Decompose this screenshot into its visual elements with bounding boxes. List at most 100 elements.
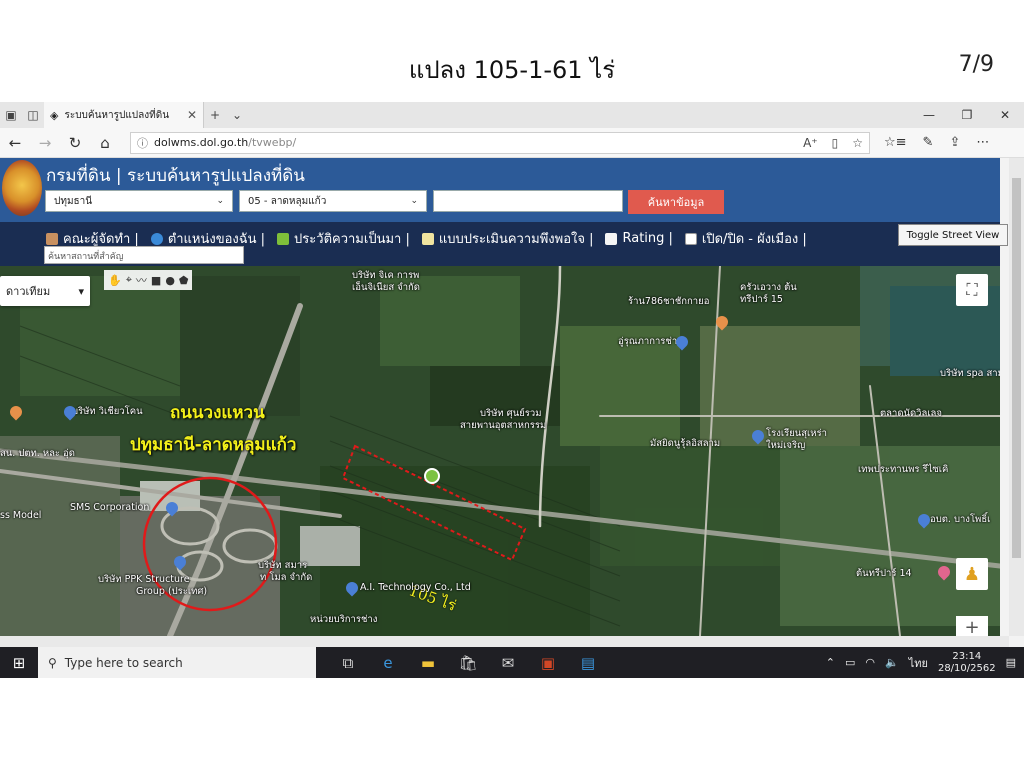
hand-icon[interactable]: ✋ [108, 274, 122, 287]
new-tab-icon[interactable]: + [204, 102, 226, 128]
toggle-street-view-button[interactable]: Toggle Street View [898, 224, 1008, 246]
tab-title: ระบบค้นหารูปแปลงที่ดิน [64, 109, 170, 121]
favorite-star-icon[interactable]: ☆ [852, 136, 863, 150]
caret-down-icon: ▾ [78, 284, 84, 298]
place-label: ตลาดนัดวิลเลจ [880, 408, 942, 419]
photos-icon[interactable]: ▤ [568, 654, 608, 672]
forward-icon[interactable]: → [30, 134, 60, 152]
place-label: ทรีปาร์ 15 [740, 294, 783, 305]
chevron-down-icon: ⌄ [216, 196, 224, 206]
file-explorer-icon[interactable]: ▬ [408, 654, 448, 672]
menu-item-label: ประวัติความเป็นมา | [294, 232, 410, 247]
slide-page-number: 7/9 [958, 52, 994, 77]
place-label: เทพประทานพร รีไซเคิ [858, 464, 949, 475]
clock-date: 28/10/2562 [937, 662, 996, 674]
pegman-icon[interactable]: ♟ [956, 558, 988, 590]
globe-icon [150, 232, 163, 245]
browser-tab[interactable]: ◈ ระบบค้นหารูปแปลงที่ดิน ✕ [44, 102, 204, 128]
battery-icon[interactable]: ▭ [845, 656, 855, 669]
circle-icon[interactable]: ● [165, 274, 175, 287]
volume-icon[interactable]: 🔈 [885, 656, 899, 669]
district-select[interactable]: 05 - ลาดหลุมแก้ว ⌄ [239, 190, 427, 212]
place-label: บริษัท วิเชียวโคน [72, 406, 143, 417]
rectangle-icon[interactable]: ■ [151, 274, 161, 287]
clock[interactable]: 23:14 28/10/2562 [938, 651, 996, 675]
place-label: อู่รุณภาการช่าง [618, 336, 682, 347]
parcel-search-input[interactable] [433, 190, 623, 212]
share-icon[interactable]: ⇪ [949, 135, 960, 150]
pen-icon[interactable]: ✎ [923, 135, 934, 150]
address-bar: ← → ↻ ⌂ ⓘ dolwms.dol.go.th/tvwebp/ A⁺ ▯ … [0, 128, 1024, 158]
task-view-icon[interactable]: ⧉ [328, 654, 368, 672]
menu-item-label: แบบประเมินความพึงพอใจ | [438, 232, 594, 247]
tab-list-chevron-icon[interactable]: ⌄ [226, 102, 248, 128]
polyline-icon[interactable]: 〰 [136, 272, 147, 288]
province-select[interactable]: ปทุมธานี ⌄ [45, 190, 233, 212]
info-icon[interactable]: ⓘ [137, 135, 148, 151]
favorites-list-icon[interactable]: ☆≡ [884, 135, 907, 150]
zoom-in-button[interactable]: + [956, 616, 988, 636]
tab-close-icon[interactable]: ✕ [187, 108, 197, 122]
taskbar-search-placeholder: Type here to search [64, 655, 183, 670]
wifi-icon[interactable]: ◠ [865, 656, 875, 669]
place-label: Group (ประเทศ) [136, 586, 208, 597]
map-type-select[interactable]: ดาวเทียม ▾ [0, 276, 90, 306]
restore-icon[interactable]: ❐ [948, 108, 986, 122]
back-icon[interactable]: ← [0, 134, 30, 152]
marker-icon[interactable]: ⌖ [126, 273, 132, 287]
menu-item-survey[interactable]: แบบประเมินความพึงพอใจ | [421, 228, 594, 249]
menu-item-label: เปิด/ปิด - ผังเมือง | [701, 232, 807, 247]
chart-icon [605, 232, 618, 245]
province-value: ปทุมธานี [54, 195, 93, 207]
site-header: กรมที่ดิน | ระบบค้นหารูปแปลงที่ดิน ปทุมธ… [0, 158, 1000, 222]
close-window-icon[interactable]: ✕ [986, 108, 1024, 122]
checkbox-icon[interactable] [684, 232, 697, 245]
vertical-scrollbar[interactable] [1009, 158, 1024, 636]
more-icon[interactable]: ⋯ [976, 135, 989, 150]
search-button[interactable]: ค้นหาข้อมูล [628, 190, 724, 214]
road-annotation-1: ถนนวงแหวน [170, 403, 265, 423]
read-aloud-icon[interactable]: A⁺ [803, 136, 818, 150]
tray-chevron-up-icon[interactable]: ⌃ [826, 656, 835, 669]
menu-item-rating[interactable]: Rating | [605, 228, 673, 249]
clock-time: 23:14 [952, 650, 982, 662]
place-label: A.I. Technology Co., Ltd [360, 582, 471, 593]
menu-item-history[interactable]: ประวัติความเป็นมา | [277, 228, 410, 249]
district-value: 05 - ลาดหลุมแก้ว [248, 195, 327, 207]
mail-icon[interactable]: ✉ [488, 654, 528, 672]
menu-item-city-plan-toggle[interactable]: เปิด/ปิด - ผังเมือง | [684, 228, 807, 249]
url-field[interactable]: ⓘ dolwms.dol.go.th/tvwebp/ A⁺ ▯ ☆ [130, 131, 870, 154]
site-title: กรมที่ดิน | ระบบค้นหารูปแปลงที่ดิน [46, 166, 305, 186]
edge-icon[interactable]: e [368, 654, 408, 672]
store-icon[interactable]: 🛍 [448, 654, 488, 672]
place-label: บริษัท spa สามไ [940, 368, 1000, 379]
place-label: ใหม่เจริญ [766, 440, 806, 451]
slide-title: แปลง 105-1-61 ไร่ [408, 56, 616, 84]
menu-item-label: Rating | [622, 231, 673, 246]
search-icon: ⚲ [48, 655, 57, 670]
map-type-value: ดาวเทียม [6, 285, 51, 298]
home-icon[interactable]: ⌂ [90, 134, 120, 152]
place-label: ร้าน786ชาชักกายอ [628, 296, 710, 307]
reading-view-icon[interactable]: ▯ [832, 136, 839, 150]
satellite-map[interactable]: ดาวเทียม ▾ ✋ ⌖ 〰 ■ ● ⬟ ⛶ ♟ + ถนนวงแหวน ป… [0, 266, 1000, 636]
tab-actions-icon[interactable]: ▣ [0, 102, 22, 128]
place-label: อบต. บางโพธิ์เ [930, 514, 991, 525]
windows-start-icon[interactable]: ⊞ [0, 654, 38, 672]
taskbar-search-field[interactable]: ⚲ Type here to search [38, 647, 316, 678]
minimize-icon[interactable]: — [910, 108, 948, 122]
notifications-icon[interactable]: ▤ [1006, 656, 1016, 669]
polygon-icon[interactable]: ⬟ [179, 274, 189, 287]
place-label: มัสยิดนูรุ้ลอิสลาม [650, 438, 721, 449]
set-aside-tabs-icon[interactable]: ◫ [22, 102, 44, 128]
refresh-icon[interactable]: ↻ [60, 134, 90, 152]
site-menu-bar: คณะผู้จัดทำ | ตำแหน่งของฉัน | ประวัติควา… [0, 222, 1000, 266]
powerpoint-icon[interactable]: ▣ [528, 654, 568, 672]
scrollbar-thumb[interactable] [1012, 178, 1021, 558]
fullscreen-icon[interactable]: ⛶ [956, 274, 988, 306]
browser-tab-bar: ▣ ◫ ◈ ระบบค้นหารูปแปลงที่ดิน ✕ + ⌄ — ❐ ✕ [0, 102, 1024, 128]
sprout-icon [277, 232, 290, 245]
place-label: ท โมล จำกัด [260, 572, 313, 583]
input-language[interactable]: ไทย [909, 654, 928, 672]
place-search-input[interactable]: ค้นหาสถานที่สำคัญ [44, 246, 244, 264]
